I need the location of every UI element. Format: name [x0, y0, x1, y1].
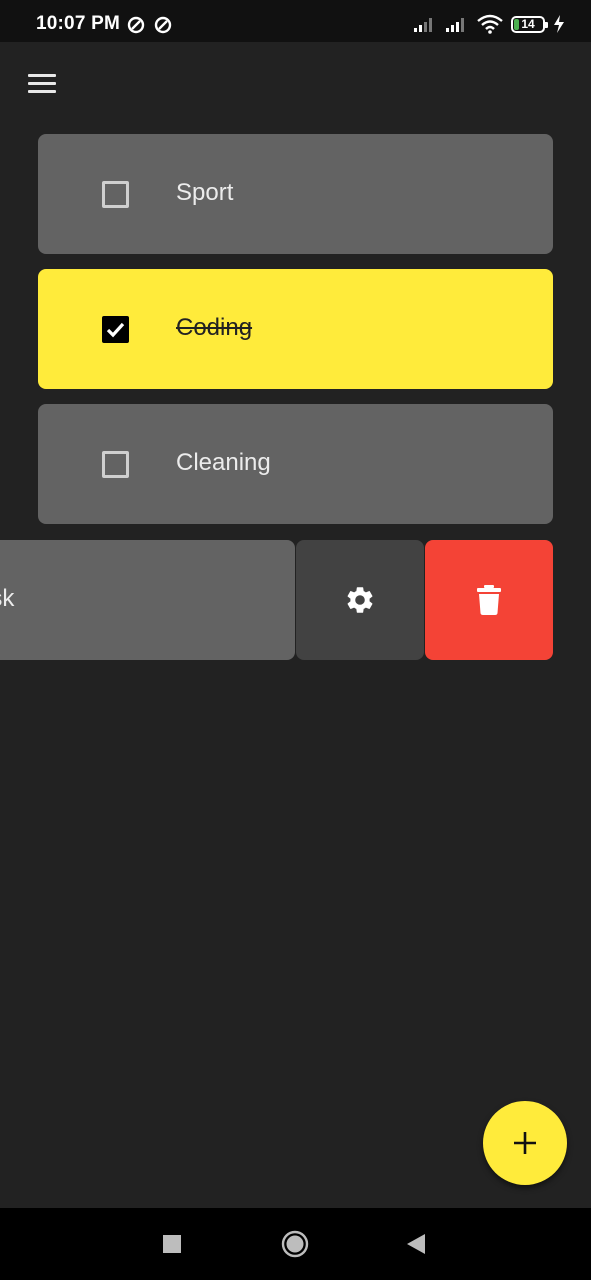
- task-card-coding[interactable]: Coding: [38, 269, 553, 389]
- back-button[interactable]: [380, 1208, 452, 1280]
- task-label: Cleaning: [176, 449, 271, 476]
- data-saver-icon: [127, 16, 145, 34]
- hamburger-menu-icon[interactable]: [24, 68, 60, 100]
- app-screen: 10:07 PM 14 Sport Coding Cleaning k: [0, 0, 591, 1280]
- home-circle-icon: [281, 1230, 309, 1258]
- task-delete-button[interactable]: [425, 540, 553, 660]
- swiped-task-card[interactable]: ask: [0, 540, 295, 660]
- battery-icon: 14: [511, 15, 548, 33]
- plus-icon: [514, 1132, 536, 1154]
- task-settings-button[interactable]: [296, 540, 424, 660]
- gear-icon: [347, 587, 373, 613]
- back-triangle-icon: [407, 1234, 425, 1254]
- checkmark-icon: [106, 322, 125, 338]
- recents-square-icon: [163, 1235, 181, 1253]
- task-label: Sport: [176, 179, 234, 206]
- charging-icon: [554, 15, 564, 33]
- task-checkbox[interactable]: [102, 181, 129, 208]
- status-time: 10:07 PM: [36, 13, 120, 34]
- task-card-cleaning[interactable]: Cleaning: [38, 404, 553, 524]
- signal-icon: [414, 18, 432, 32]
- battery-level: 14: [521, 16, 535, 31]
- status-bar: 10:07 PM 14: [0, 0, 591, 42]
- task-checkbox[interactable]: [102, 451, 129, 478]
- trash-icon: [477, 585, 501, 615]
- status-icons: 14: [413, 13, 565, 35]
- data-saver-icon: [154, 16, 172, 34]
- system-nav-bar: [0, 1208, 591, 1280]
- task-checkbox-checked[interactable]: [102, 316, 129, 343]
- wifi-icon: [477, 14, 503, 34]
- signal-icon: [446, 18, 464, 32]
- home-button[interactable]: [259, 1208, 331, 1280]
- add-task-button[interactable]: [483, 1101, 567, 1185]
- recents-button[interactable]: [136, 1208, 208, 1280]
- swiped-task-label: ask: [0, 585, 15, 612]
- task-label: Coding: [176, 314, 253, 341]
- task-card-sport[interactable]: Sport: [38, 134, 553, 254]
